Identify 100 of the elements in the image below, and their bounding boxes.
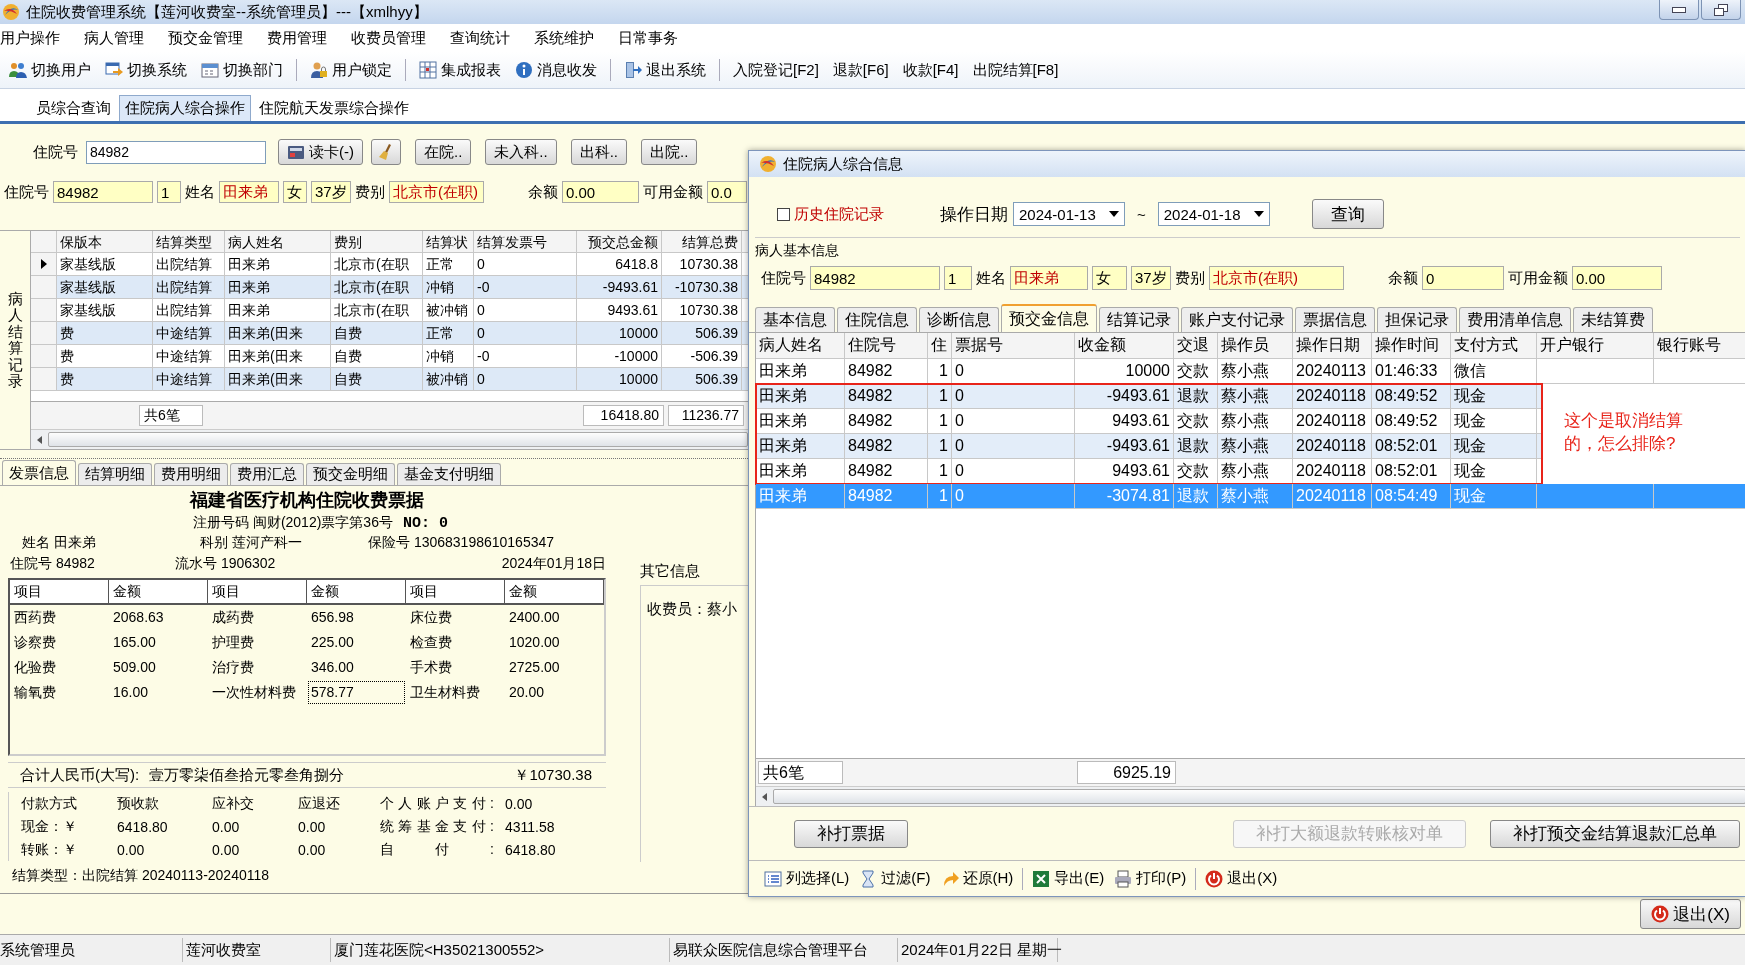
table-row[interactable]: 家基线版 出院结算 田来弟 北京市(在职 冲销 -0 -9493.61 -10730.38 — [31, 276, 748, 299]
toolbar-button[interactable]: 切换部门 — [196, 58, 288, 82]
receipt-field: 2024年01月18日 — [501, 554, 606, 573]
info-field: 37岁 — [1131, 266, 1171, 290]
tab[interactable]: 费用清单信息 — [1459, 307, 1571, 332]
menu-item[interactable]: 收费员管理 — [351, 28, 426, 48]
table-row[interactable]: 田来弟 84982 1 0 -9493.61 退款 蔡小燕 20240118 08:49:52 现金 — [756, 384, 1542, 409]
column-header[interactable]: 操作员 — [1218, 333, 1293, 358]
toolbar-button[interactable]: 切换系统 — [100, 58, 192, 82]
column-header[interactable]: 收金额 — [1075, 333, 1174, 358]
horizontal-scrollbar[interactable] — [31, 429, 748, 449]
toolbar-button[interactable]: 列选择(L) — [759, 867, 855, 890]
horizontal-scrollbar[interactable] — [756, 786, 1745, 806]
tab[interactable]: 住院航天发票综合操作 — [253, 95, 415, 121]
toolbar-button[interactable]: 消息收发 — [510, 58, 602, 82]
column-header[interactable]: 票据号 — [952, 333, 1075, 358]
column-header[interactable]: 费别 — [331, 231, 423, 252]
payment-value: 现金：￥ — [21, 817, 78, 836]
column-header[interactable]: 住 — [928, 333, 952, 358]
tab[interactable]: 担保记录 — [1377, 307, 1457, 332]
table-cell: 10000 — [1075, 359, 1174, 383]
table-cell: 被冲销 — [423, 299, 474, 321]
tab[interactable]: 费用明细 — [154, 463, 228, 485]
tab[interactable]: 员综合查询 — [30, 95, 117, 121]
tab[interactable]: 住院信息 — [837, 307, 917, 332]
table-cell: 1 — [928, 484, 952, 508]
column-header[interactable]: 结算总费 — [662, 231, 742, 252]
tab[interactable]: 预交金信息 — [1001, 304, 1097, 332]
table-row[interactable]: 费 中途结算 田来弟(田来 自费 正常 0 10000 506.39 — [31, 322, 748, 345]
tab[interactable]: 发票信息 — [2, 460, 76, 485]
toolbar-button[interactable]: 打印(P) — [1109, 867, 1192, 890]
payment-value: 0.00 — [298, 818, 327, 835]
toolbar-button[interactable]: 退出(X) — [1200, 867, 1283, 890]
toolbar-button[interactable]: 过滤(F) — [854, 867, 936, 890]
column-header[interactable]: 支付方式 — [1451, 333, 1537, 358]
toolbar-button[interactable]: 出院结算[F8] — [967, 58, 1064, 82]
exit-button[interactable]: 退出(X) — [1640, 899, 1741, 929]
column-header[interactable]: 结算类型 — [153, 231, 225, 252]
table-cell: 田来弟 — [225, 253, 331, 275]
menu-item[interactable]: 查询统计 — [450, 28, 510, 48]
payment-value: 0.00 — [117, 841, 146, 858]
restore-button[interactable] — [1701, 0, 1741, 20]
toolbar-button[interactable]: 退出系统 — [619, 58, 711, 82]
column-header[interactable]: 操作日期 — [1293, 333, 1372, 358]
toolbar-button[interactable]: 退款[F6] — [827, 58, 894, 82]
tab[interactable]: 费用汇总 — [230, 463, 304, 485]
tab[interactable]: 基本信息 — [755, 307, 835, 332]
menu-item[interactable]: 用户操作 — [0, 28, 60, 48]
toolbar-button[interactable]: 用户锁定 — [305, 58, 397, 82]
column-header[interactable]: 结算状 — [423, 231, 474, 252]
query-button[interactable]: 查询 — [1311, 199, 1384, 229]
column-header[interactable]: 病人姓名 — [225, 231, 331, 252]
column-header[interactable]: 预交总金额 — [577, 231, 662, 252]
tab[interactable]: 诊断信息 — [919, 307, 999, 332]
table-cell: 蔡小燕 — [1218, 484, 1293, 508]
column-header[interactable]: 银行账号 — [1654, 333, 1745, 358]
menu-item[interactable]: 费用管理 — [267, 28, 327, 48]
filter-button[interactable]: 出院.. — [641, 139, 698, 165]
column-header[interactable]: 交退 — [1174, 333, 1218, 358]
menu-item[interactable]: 日常事务 — [618, 28, 678, 48]
clear-button[interactable] — [371, 139, 401, 165]
table-row[interactable]: 田来弟 84982 1 0 -9493.61 退款 蔡小燕 20240118 08:52:01 现金 — [756, 434, 1542, 459]
tab[interactable]: 账户支付记录 — [1181, 307, 1293, 332]
table-row[interactable]: 田来弟 84982 1 0 10000 交款 蔡小燕 20240113 01:46:33 微信 — [756, 359, 1745, 384]
tab[interactable]: 预交金明细 — [306, 463, 395, 485]
read-card-button[interactable]: 读卡(-) — [278, 139, 363, 165]
toolbar-button[interactable]: 收款[F4] — [897, 58, 964, 82]
tab[interactable]: 住院病人综合操作 — [119, 95, 251, 121]
column-header[interactable]: 住院号 — [845, 333, 928, 358]
column-header[interactable]: 结算发票号 — [474, 231, 577, 252]
toolbar-button[interactable]: 切换用户 — [4, 58, 96, 82]
date-field[interactable]: 2024-01-13 — [1013, 202, 1125, 226]
filter-button[interactable]: 未入科.. — [485, 139, 557, 165]
column-header[interactable]: 开户银行 — [1537, 333, 1654, 358]
menu-item[interactable]: 系统维护 — [534, 28, 594, 48]
toolbar-button[interactable]: 入院登记[F2] — [728, 58, 824, 82]
tab[interactable]: 未结算费 — [1573, 307, 1653, 332]
menu-item[interactable]: 预交金管理 — [168, 28, 243, 48]
column-header[interactable]: 操作时间 — [1372, 333, 1451, 358]
filter-button[interactable]: 出科.. — [570, 139, 628, 165]
toolbar-button[interactable]: 集成报表 — [414, 58, 506, 82]
search-field[interactable]: 84982 — [86, 140, 266, 164]
tab[interactable]: 结算明细 — [78, 463, 152, 485]
table-row[interactable]: 费 中途结算 田来弟(田来 自费 被冲销 0 10000 506.39 — [31, 368, 748, 391]
tab[interactable]: 票据信息 — [1295, 307, 1375, 332]
minimize-button[interactable] — [1659, 0, 1699, 20]
tab[interactable]: 基金支付明细 — [397, 463, 501, 485]
table-cell: 蔡小燕 — [1218, 359, 1293, 383]
toolbar-button[interactable]: 导出(E) — [1027, 867, 1110, 890]
action-button[interactable]: 补打预交金结算退款汇总单 — [1490, 819, 1740, 848]
menu-item[interactable]: 病人管理 — [84, 28, 144, 48]
checkbox[interactable] — [777, 207, 790, 221]
filter-button[interactable]: 在院.. — [415, 139, 472, 165]
action-button[interactable]: 补打票据 — [794, 819, 908, 848]
column-header[interactable]: 病人姓名 — [756, 333, 845, 358]
tab[interactable]: 结算记录 — [1099, 307, 1179, 332]
info-field: 0.00 — [1572, 266, 1662, 290]
toolbar-button[interactable]: 还原(H) — [935, 867, 1019, 890]
date-field[interactable]: 2024-01-18 — [1157, 202, 1270, 226]
column-header[interactable]: 保版本 — [57, 231, 153, 252]
